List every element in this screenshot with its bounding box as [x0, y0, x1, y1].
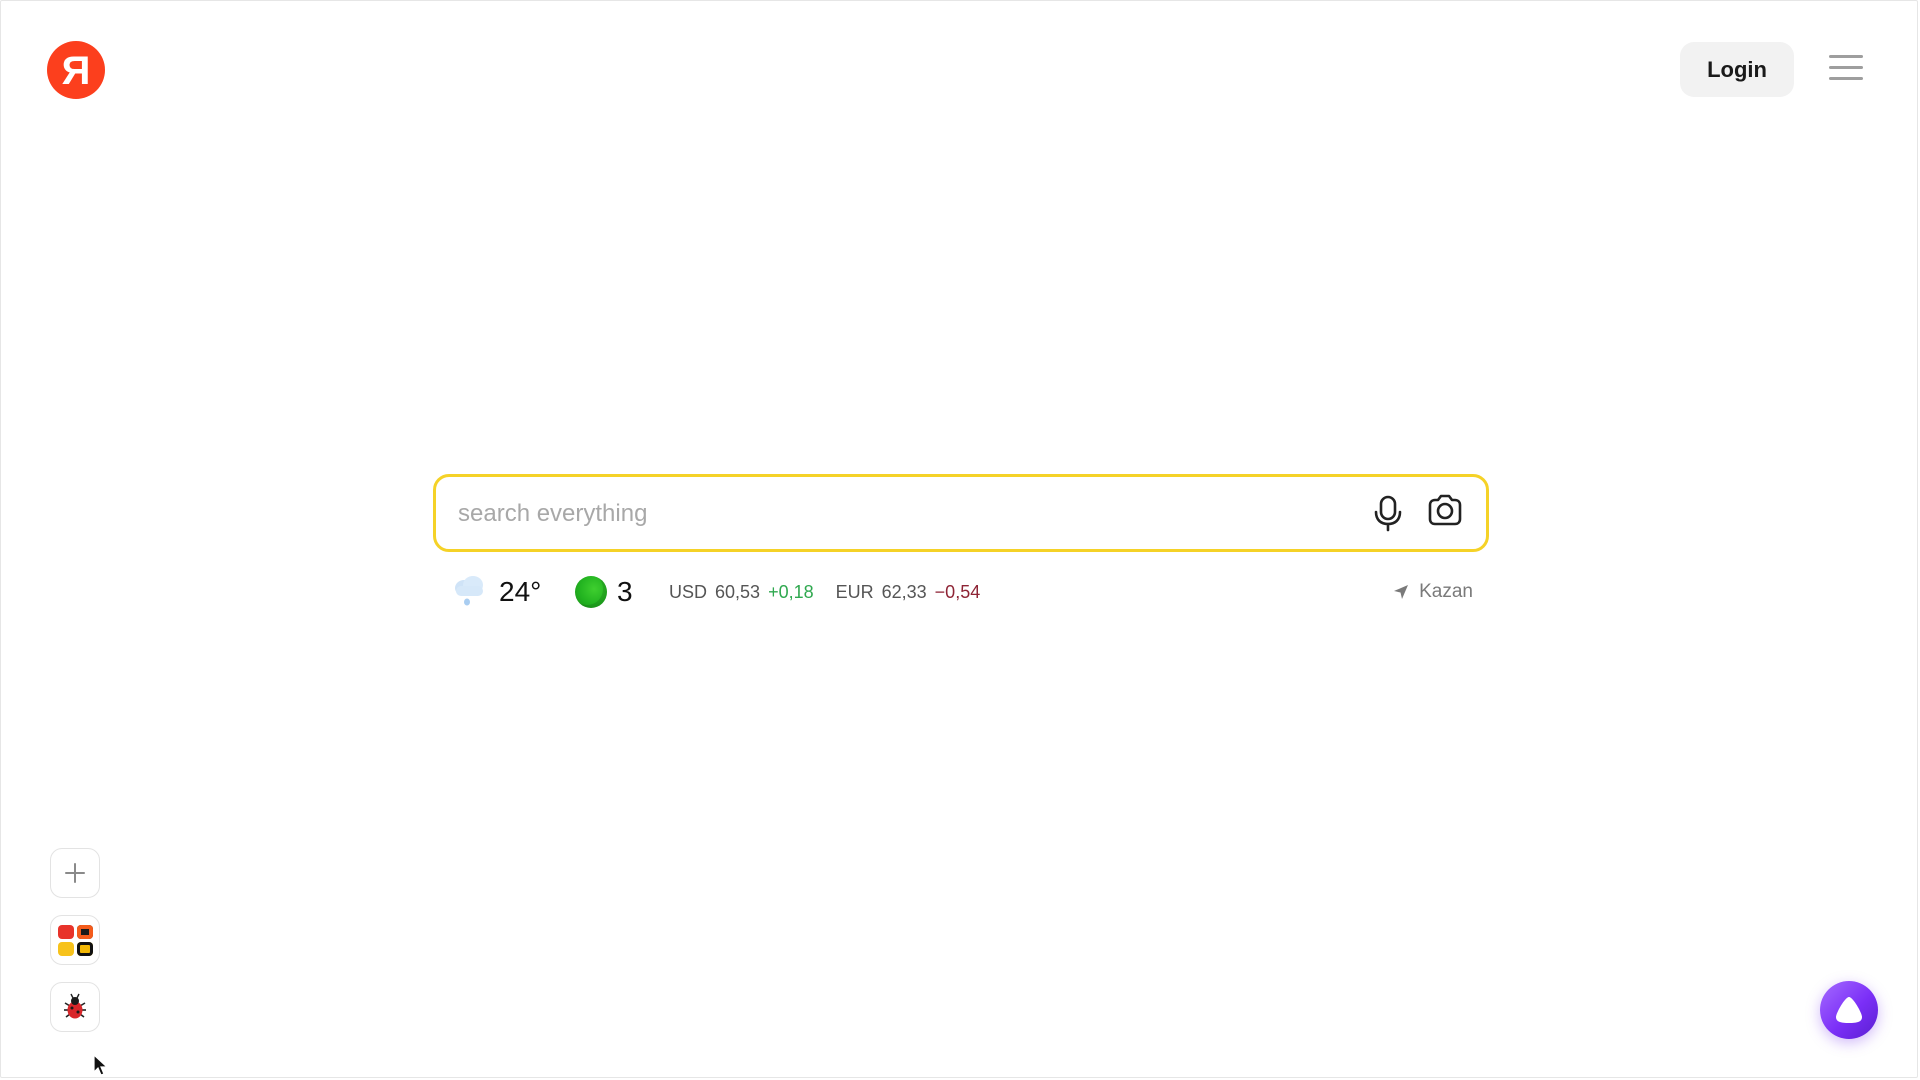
mouse-cursor-icon — [93, 1053, 109, 1080]
currency-change: −0,54 — [934, 581, 981, 602]
hamburger-menu-icon[interactable] — [1829, 53, 1863, 83]
rate-eur[interactable]: EUR 62,33 −0,54 — [836, 582, 981, 603]
bug-report-button[interactable] — [50, 982, 100, 1032]
traffic-score: 3 — [617, 576, 633, 607]
informer-row: 24° 3 USD 60,53 +0,18 EUR 62,33 −0,54 Ka… — [451, 571, 1473, 613]
app-tile — [57, 941, 74, 956]
menu-line — [1829, 55, 1863, 58]
apps-grid-icon — [57, 924, 93, 956]
weather-informer[interactable]: 24° — [451, 571, 541, 613]
search-box[interactable] — [433, 474, 1489, 552]
plus-icon — [65, 863, 85, 883]
currency-change: +0,18 — [768, 581, 814, 602]
location-arrow-icon — [1394, 585, 1409, 599]
traffic-informer[interactable]: 3 — [575, 571, 633, 613]
menu-line — [1829, 77, 1863, 80]
rate-usd[interactable]: USD 60,53 +0,18 — [669, 582, 814, 603]
login-button[interactable]: Login — [1680, 42, 1794, 97]
temperature: 24° — [499, 576, 542, 607]
yandex-home-page: Я Login search everything 24° 3 USD 60,5… — [0, 0, 1918, 1078]
search-input[interactable] — [456, 477, 1360, 551]
app-tile — [57, 924, 74, 939]
location-informer[interactable]: Kazan — [1393, 571, 1473, 613]
camera-search-icon[interactable] — [1424, 491, 1466, 533]
yandex-logo[interactable]: Я — [47, 41, 105, 99]
currency-code: USD — [669, 581, 708, 602]
add-widget-button[interactable] — [50, 848, 100, 898]
ladybug-icon — [64, 993, 86, 1019]
menu-line — [1829, 66, 1863, 69]
traffic-level-icon — [575, 576, 607, 608]
logo-letter: Я — [61, 49, 91, 93]
cloud-rain-icon — [451, 572, 487, 613]
currency-rates: USD 60,53 +0,18 EUR 62,33 −0,54 — [669, 571, 1002, 613]
app-tile — [76, 924, 93, 939]
app-tile — [76, 941, 93, 956]
alice-assistant-icon[interactable] — [1820, 981, 1878, 1039]
location-city: Kazan — [1419, 581, 1473, 602]
currency-code: EUR — [835, 581, 874, 602]
currency-value: 62,33 — [881, 581, 927, 602]
services-apps-button[interactable] — [50, 915, 100, 965]
alice-triangle-icon — [1836, 997, 1862, 1023]
microphone-icon[interactable] — [1368, 493, 1408, 533]
currency-value: 60,53 — [715, 581, 761, 602]
